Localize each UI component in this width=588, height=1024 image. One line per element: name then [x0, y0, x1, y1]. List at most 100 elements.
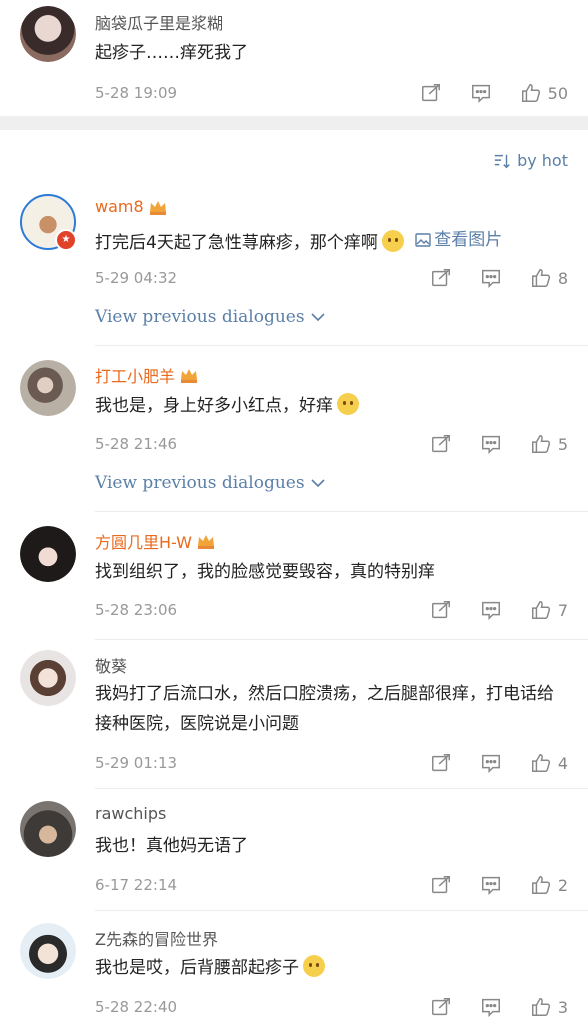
view-dialogues-label: View previous dialogues — [95, 307, 305, 327]
share-button[interactable] — [430, 433, 452, 455]
comment-time: 5-28 22:40 — [95, 998, 178, 1016]
comment-icon — [481, 269, 500, 289]
thumbs-up-icon — [531, 269, 550, 287]
view-image-link[interactable]: 查看图片 — [415, 225, 502, 255]
like-button[interactable]: 4 — [530, 752, 568, 774]
comment-meta: 5-28 23:06 7 — [95, 599, 568, 621]
avatar[interactable] — [20, 801, 76, 857]
comment-icon — [471, 84, 490, 104]
comment-time: 5-28 23:06 — [95, 601, 178, 619]
comment-time: 5-28 21:46 — [95, 435, 178, 453]
view-dialogues-label: View previous dialogues — [95, 473, 305, 493]
avatar[interactable] — [20, 360, 76, 416]
like-button[interactable]: 7 — [530, 599, 568, 621]
commenter-name[interactable]: 脑袋瓜子里是浆糊 — [95, 10, 223, 34]
sort-icon — [494, 154, 510, 168]
commenter-name[interactable]: rawchips — [95, 804, 166, 823]
avatar[interactable] — [20, 6, 76, 62]
commenter-name-text: wam8 — [95, 197, 144, 216]
avatar[interactable] — [20, 923, 76, 979]
comment-icon — [481, 998, 500, 1018]
like-count: 5 — [557, 434, 568, 454]
comment-icon — [481, 876, 500, 896]
comment-icon — [481, 754, 500, 774]
share-icon — [421, 84, 440, 102]
share-button[interactable] — [430, 752, 452, 774]
commenter-name-text: 打工小肥羊 — [95, 367, 176, 386]
reply-button[interactable] — [480, 752, 502, 774]
like-button[interactable]: 2 — [530, 874, 568, 896]
reply-button[interactable] — [480, 874, 502, 896]
comment-text: 找到组织了，我的脸感觉要毁容，真的特别痒 — [95, 562, 435, 582]
thumbs-up-icon — [521, 84, 540, 102]
like-button[interactable]: 5 — [530, 433, 568, 455]
comment-text-body: 我也是，身上好多小红点，好痒 — [95, 396, 333, 416]
sort-toggle[interactable]: by hot — [493, 151, 568, 170]
comment-meta: 5-29 04:32 8 — [95, 267, 568, 289]
thumbs-up-icon — [531, 754, 550, 772]
view-image-label: 查看图片 — [434, 230, 503, 250]
view-dialogues-link[interactable]: View previous dialogues — [95, 473, 325, 493]
verified-badge: ★ — [55, 229, 77, 251]
thumbs-up-icon — [531, 876, 550, 894]
divider — [95, 511, 588, 512]
like-count: 2 — [557, 875, 568, 895]
reply-button[interactable] — [480, 433, 502, 455]
commenter-name[interactable]: Z先森的冒险世界 — [95, 926, 218, 950]
commenter-name[interactable]: 方圓几里H-W — [95, 529, 216, 553]
like-button[interactable]: 3 — [530, 996, 568, 1018]
comment-text-body: 打完后4天起了急性荨麻疹，那个痒啊 — [95, 233, 378, 253]
view-dialogues-link[interactable]: View previous dialogues — [95, 307, 325, 327]
comment-meta: 5-28 22:40 3 — [95, 996, 568, 1018]
share-icon — [431, 435, 450, 453]
comment-item: 脑袋瓜子里是浆糊 起疹子……痒死我了 5-28 19:09 50 — [0, 0, 588, 116]
chevron-down-icon — [311, 313, 325, 322]
vip-crown-icon — [181, 369, 198, 383]
reply-button[interactable] — [480, 267, 502, 289]
like-count: 7 — [557, 600, 568, 620]
chevron-down-icon — [311, 479, 325, 488]
share-button[interactable] — [420, 82, 442, 104]
reply-button[interactable] — [470, 82, 492, 104]
comment-text: 起疹子……痒死我了 — [95, 43, 248, 63]
share-button[interactable] — [430, 267, 452, 289]
share-icon — [431, 876, 450, 894]
share-button[interactable] — [430, 599, 452, 621]
commenter-name-text: 方圓几里H-W — [95, 533, 192, 552]
divider — [95, 345, 588, 346]
comment-meta: 5-29 01:13 4 — [95, 752, 568, 774]
reply-button[interactable] — [480, 599, 502, 621]
comment-icon — [481, 435, 500, 455]
comment-text: 我也！真他妈无语了 — [95, 836, 248, 856]
comment-meta: 5-28 21:46 5 — [95, 433, 568, 455]
section-divider — [0, 116, 588, 130]
share-icon — [431, 998, 450, 1016]
reply-button[interactable] — [480, 996, 502, 1018]
commenter-name[interactable]: 打工小肥羊 — [95, 363, 199, 387]
commenter-name[interactable]: wam8 — [95, 197, 168, 216]
vip-crown-icon — [149, 200, 166, 215]
like-button[interactable]: 8 — [530, 267, 568, 289]
comment-time: 5-29 04:32 — [95, 269, 178, 287]
avatar[interactable] — [20, 526, 76, 582]
comment-time: 5-29 01:13 — [95, 754, 178, 772]
comment-text: 我也是，身上好多小红点，好痒 — [95, 391, 570, 421]
share-button[interactable] — [430, 874, 452, 896]
like-count: 4 — [557, 753, 568, 773]
share-icon — [431, 601, 450, 619]
share-button[interactable] — [430, 996, 452, 1018]
divider — [95, 910, 588, 911]
like-count: 8 — [557, 268, 568, 288]
like-button[interactable]: 50 — [520, 82, 568, 104]
image-icon — [415, 233, 431, 247]
comment-time: 5-28 19:09 — [95, 84, 178, 102]
avatar[interactable]: ★ — [20, 194, 77, 251]
comment-text: 我妈打了后流口水，然后口腔溃疡，之后腿部很痒，打电话给接种医院，医院说是小问题 — [95, 684, 554, 734]
share-icon — [431, 269, 450, 287]
avatar[interactable] — [20, 650, 76, 706]
commenter-name[interactable]: 敬葵 — [95, 653, 127, 677]
comment-icon — [481, 601, 500, 621]
emoji-icon — [337, 393, 359, 415]
comment-text: 打完后4天起了急性荨麻疹，那个痒啊 查看图片 — [95, 225, 570, 258]
emoji-icon — [381, 230, 404, 252]
